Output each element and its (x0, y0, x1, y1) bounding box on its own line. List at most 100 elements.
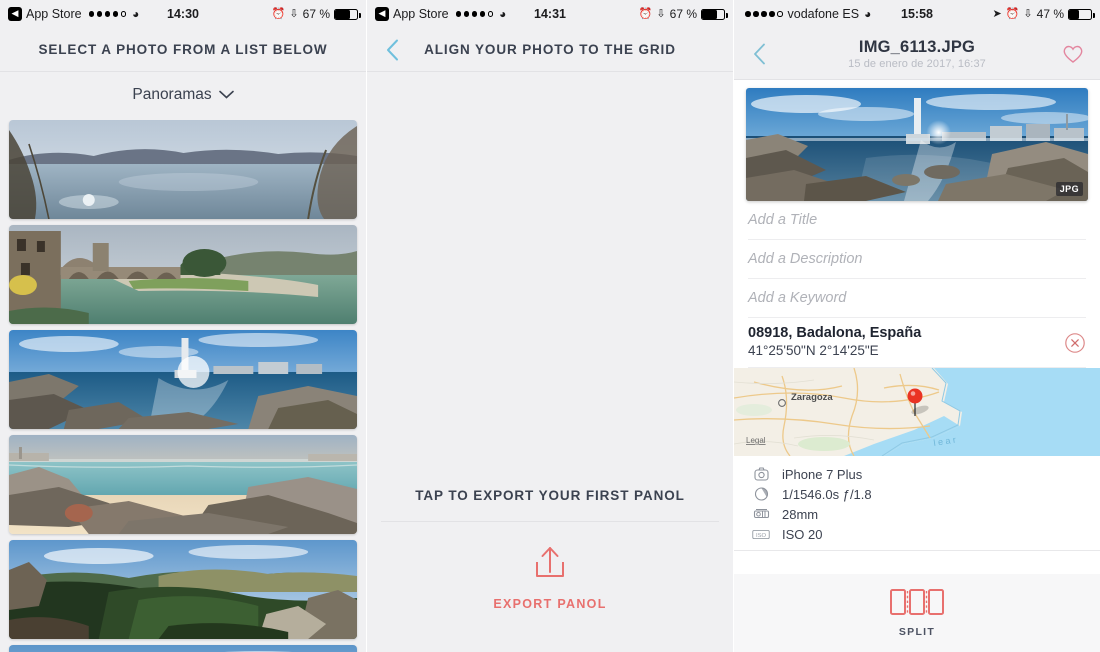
list-item[interactable] (9, 330, 357, 429)
list-item[interactable] (9, 120, 357, 219)
screen-photo-detail: vodafone ES ◕ 15:58 ➤ ⏰ ⇩ 47 % IMG_6113.… (734, 0, 1100, 652)
location-row[interactable]: 08918, Badalona, España 41°25'50"N 2°14'… (748, 318, 1086, 368)
chevron-left-icon (753, 43, 765, 64)
export-heading: TAP TO EXPORT YOUR FIRST PANOL (367, 488, 733, 503)
exif-row: 28mm (734, 504, 1100, 524)
status-back-app-label: App Store (26, 7, 82, 21)
svg-text:Zaragoza: Zaragoza (791, 392, 833, 403)
status-right-3: ➤ ⏰ ⇩ 47 % (992, 7, 1095, 21)
chevron-down-icon (218, 86, 234, 104)
signal-strength-icon (745, 11, 783, 17)
photo-list[interactable] (0, 120, 366, 652)
divider (381, 521, 719, 522)
nav-bar-2: ALIGN YOUR PHOTO TO THE GRID (367, 28, 733, 72)
battery-percent-label: 67 % (302, 7, 330, 21)
iso-icon: ISO (752, 526, 770, 542)
exif-row: 1/1546.0s ƒ/1.8 (734, 484, 1100, 504)
keyword-field-placeholder: Add a Keyword (748, 290, 847, 306)
nav-bar-3: IMG_6113.JPG 15 de enero de 2017, 16:37 (734, 28, 1100, 80)
page-title: IMG_6113.JPG (858, 37, 976, 56)
exif-exposure-value: 1/1546.0s ƒ/1.8 (782, 486, 872, 502)
wifi-icon: ◕ (864, 7, 872, 21)
screen-align-grid: ◀ App Store ◕ 14:31 ⏰ ⇩ 67 % ALIGN YOUR … (367, 0, 734, 652)
svg-text:Legal: Legal (746, 436, 766, 445)
bluetooth-icon: ⇩ (1023, 7, 1033, 20)
album-name-label: Panoramas (132, 86, 212, 103)
heart-icon (1063, 45, 1083, 63)
description-field-placeholder: Add a Description (748, 251, 863, 267)
battery-icon (334, 8, 361, 20)
list-item[interactable] (9, 435, 357, 534)
list-item[interactable] (9, 645, 357, 652)
photo-timestamp: 15 de enero de 2017, 16:37 (848, 57, 986, 70)
export-panol-label: EXPORT PANOL (493, 597, 607, 611)
exif-row: ISO ISO 20 (734, 524, 1100, 544)
split-button[interactable]: SPLIT (734, 574, 1100, 652)
status-bar-3: vodafone ES ◕ 15:58 ➤ ⏰ ⇩ 47 % (734, 0, 1100, 28)
exif-focal-value: 28mm (782, 506, 819, 522)
status-bar-2: ◀ App Store ◕ 14:31 ⏰ ⇩ 67 % (367, 0, 733, 28)
export-panol-button[interactable]: EXPORT PANOL (367, 545, 733, 611)
photo-detail-body: JPG Add a Title Add a Description Add a … (734, 80, 1100, 652)
chevron-left-icon (386, 39, 398, 60)
title-field[interactable]: Add a Title (748, 201, 1086, 240)
share-upload-icon (529, 545, 571, 588)
signal-strength-icon (455, 11, 494, 17)
battery-icon (1068, 8, 1095, 20)
status-right-1: ⏰ ⇩ 67 % (271, 7, 361, 21)
back-to-app-icon[interactable]: ◀ (375, 7, 389, 21)
lens-icon (752, 506, 770, 522)
alarm-icon: ⏰ (638, 7, 653, 20)
battery-percent-label: 47 % (1036, 7, 1064, 21)
location-arrow-icon: ➤ (992, 7, 1002, 20)
back-to-app-icon[interactable]: ◀ (8, 7, 22, 21)
svg-text:ISO: ISO (756, 532, 767, 538)
bluetooth-icon: ⇩ (289, 7, 299, 20)
carrier-label: vodafone ES (787, 7, 860, 21)
split-label: SPLIT (898, 625, 936, 638)
page-title: ALIGN YOUR PHOTO TO THE GRID (424, 42, 676, 57)
location-coordinates: 41°25'50"N 2°14'25"E (748, 343, 879, 358)
clear-location-button[interactable] (1064, 332, 1086, 354)
location-address: 08918, Badalona, España (748, 325, 922, 341)
nav-bar-1: SELECT A PHOTO FROM A LIST BELOW (0, 28, 366, 72)
battery-icon (701, 8, 728, 20)
wifi-icon: ◕ (132, 7, 140, 21)
bluetooth-icon: ⇩ (656, 7, 666, 20)
title-field-placeholder: Add a Title (748, 212, 818, 228)
split-panels-icon (890, 588, 944, 620)
circle-x-icon (1065, 332, 1085, 353)
alarm-icon: ⏰ (1005, 7, 1020, 20)
export-heading-label: TAP TO EXPORT YOUR FIRST PANOL (415, 488, 685, 503)
keyword-field[interactable]: Add a Keyword (748, 279, 1086, 318)
list-item[interactable] (9, 225, 357, 324)
status-left-2: ◀ App Store ◕ (375, 7, 506, 21)
exif-metadata: iPhone 7 Plus 1/1546.0s ƒ/1.8 28mm ISO I… (734, 456, 1100, 551)
back-button[interactable] (381, 37, 403, 63)
screen-photo-list: ◀ App Store ◕ 14:30 ⏰ ⇩ 67 % SELECT A PH… (0, 0, 367, 652)
file-format-badge: JPG (1055, 182, 1083, 196)
exif-iso-value: ISO 20 (782, 526, 823, 542)
exif-camera-value: iPhone 7 Plus (782, 466, 863, 482)
location-map[interactable]: Zaragoza Legal l e a r (734, 368, 1100, 456)
status-bar-1: ◀ App Store ◕ 14:30 ⏰ ⇩ 67 % (0, 0, 366, 28)
signal-strength-icon (88, 11, 127, 17)
photo-preview[interactable]: JPG (746, 88, 1088, 201)
status-left-1: ◀ App Store ◕ (8, 7, 139, 21)
description-field[interactable]: Add a Description (748, 240, 1086, 279)
alarm-icon: ⏰ (271, 7, 286, 20)
battery-percent-label: 67 % (669, 7, 697, 21)
wifi-icon: ◕ (499, 7, 507, 21)
page-title: SELECT A PHOTO FROM A LIST BELOW (38, 42, 328, 57)
favorite-button[interactable] (1060, 41, 1086, 67)
status-right-2: ⏰ ⇩ 67 % (638, 7, 728, 21)
album-selector[interactable]: Panoramas (0, 72, 366, 118)
status-left-3: vodafone ES ◕ (742, 7, 871, 21)
aperture-icon (752, 486, 770, 502)
back-button[interactable] (748, 41, 770, 67)
camera-icon (752, 466, 770, 482)
list-item[interactable] (9, 540, 357, 639)
status-back-app-label: App Store (393, 7, 449, 21)
exif-row: iPhone 7 Plus (734, 464, 1100, 484)
three-screen-comparison: ◀ App Store ◕ 14:30 ⏰ ⇩ 67 % SELECT A PH… (0, 0, 1100, 652)
